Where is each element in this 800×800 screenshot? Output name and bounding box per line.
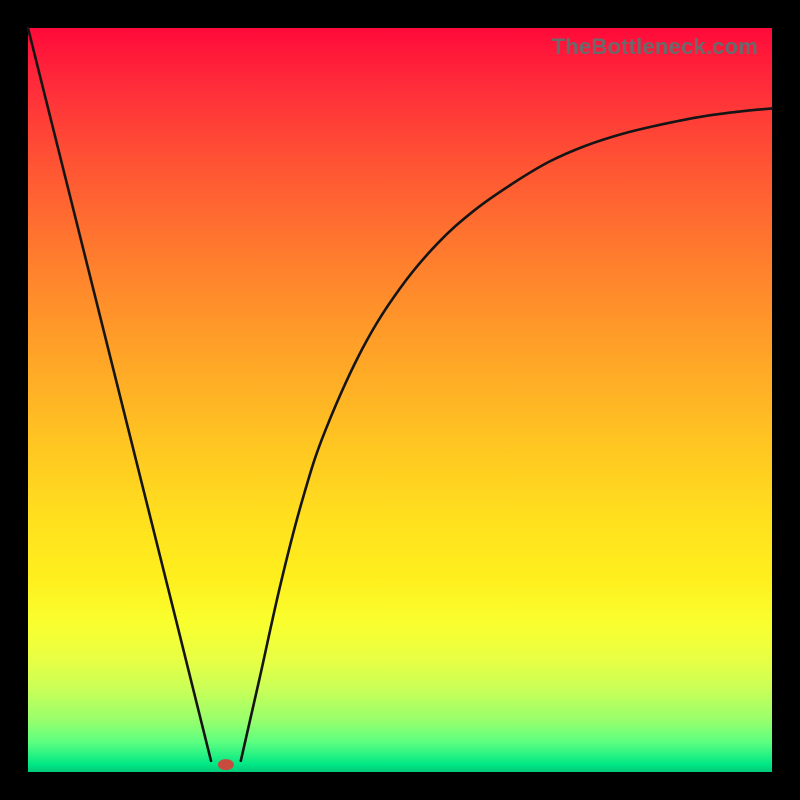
chart-plot-area: TheBottleneck.com	[28, 28, 772, 772]
chart-frame: TheBottleneck.com	[0, 0, 800, 800]
curve-left-branch	[28, 28, 211, 761]
data-marker	[218, 759, 234, 770]
chart-svg	[28, 28, 772, 772]
curve-right-branch	[241, 108, 772, 760]
